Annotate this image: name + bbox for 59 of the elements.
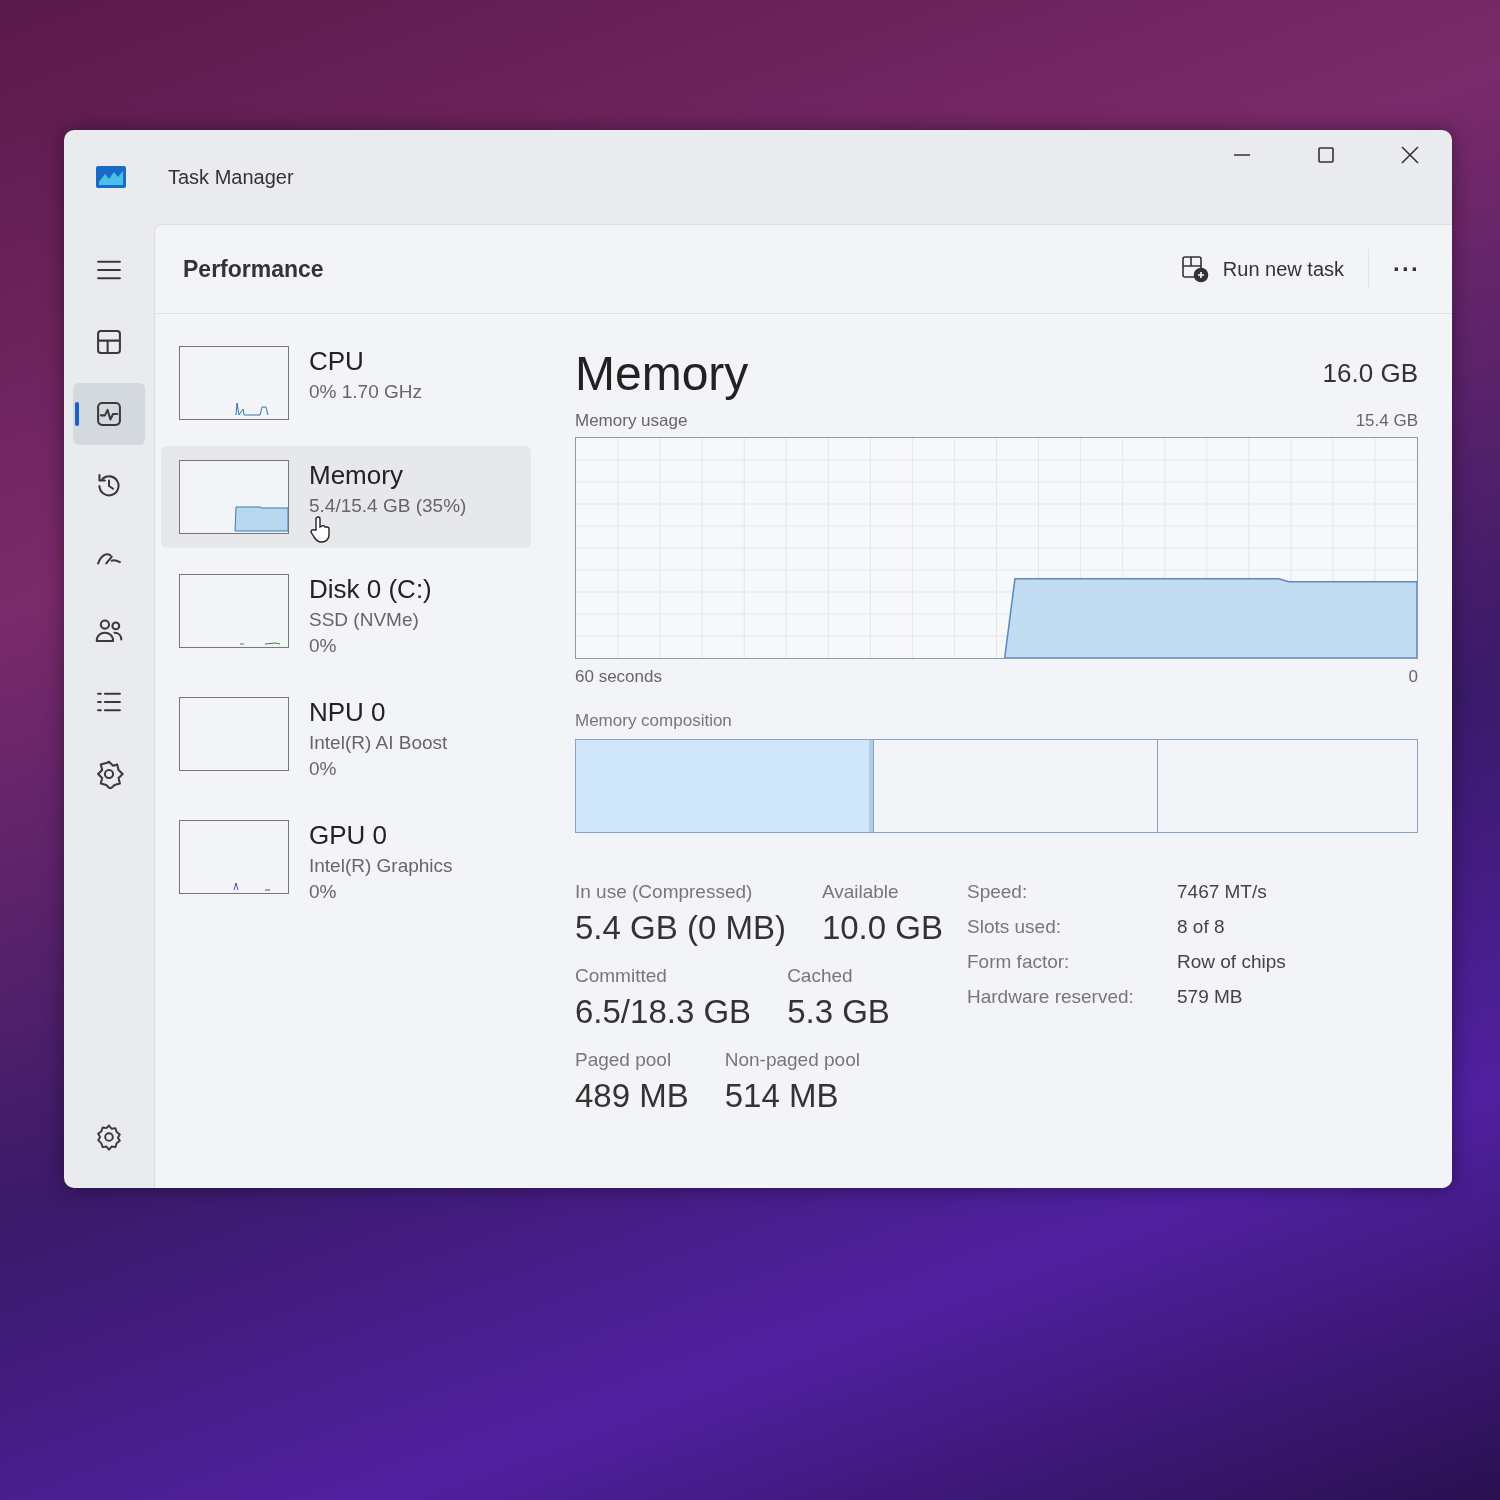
property-label: Speed: <box>967 881 1029 903</box>
device-name: Memory <box>309 460 404 491</box>
property-value: 8 of 8 <box>1177 916 1226 938</box>
chart-max-label: 15.4 GB <box>1355 411 1418 431</box>
device-detail: Intel(R) AI Boost <box>309 732 448 754</box>
device-detail: 0% <box>309 758 338 780</box>
property-label: Hardware reserved: <box>967 986 1135 1008</box>
device-detail: SSD (NVMe) <box>309 609 420 631</box>
minimize-icon <box>1234 154 1250 156</box>
time-axis-label: 60 seconds <box>575 667 662 687</box>
composition-label: Memory composition <box>575 711 733 731</box>
device-item[interactable]: Memory 5.4/15.4 GB (35%) <box>161 446 531 548</box>
stat-value: 489 MB <box>575 1077 689 1115</box>
app-icon <box>96 166 126 188</box>
device-item[interactable]: GPU 0 Intel(R) Graphics 0% <box>161 806 531 917</box>
close-icon <box>1400 145 1420 165</box>
maximize-icon <box>1317 146 1335 164</box>
device-item[interactable]: NPU 0 Intel(R) AI Boost 0% <box>161 683 531 794</box>
device-name: CPU <box>309 346 365 377</box>
hand-cursor-icon <box>309 516 331 544</box>
device-item[interactable]: Disk 0 (C:) SSD (NVMe) 0% <box>161 560 531 671</box>
total-memory: 16.0 GB <box>1322 358 1418 389</box>
stat-value: 5.3 GB <box>787 993 890 1031</box>
stat-value: 514 MB <box>724 1077 840 1115</box>
device-name: GPU 0 <box>309 820 389 851</box>
stat-value: 10.0 GB <box>821 909 943 947</box>
property-label: Slots used: <box>967 916 1062 938</box>
settings-icon <box>95 1123 123 1151</box>
stat-label: Committed <box>575 965 668 987</box>
stat-label: In use (Compressed) <box>575 881 754 903</box>
device-detail: 0% 1.70 GHz <box>309 381 422 403</box>
page-title: Performance <box>183 255 325 283</box>
stat-label: Paged pool <box>575 1049 673 1071</box>
run-new-task-button[interactable]: Run new task <box>1170 247 1354 291</box>
property-value: 7467 MT/s <box>1177 881 1268 903</box>
nav-item[interactable] <box>73 383 145 445</box>
stat-label: Available <box>821 881 900 903</box>
device-detail: Intel(R) Graphics <box>309 855 453 877</box>
stat-value: 5.4 GB (0 MB) <box>575 909 786 947</box>
device-name: Disk 0 (C:) <box>309 574 432 605</box>
stat-value: 6.5/18.3 GB <box>575 993 752 1031</box>
property-value: 579 MB <box>1177 986 1244 1008</box>
property-value: Row of chips <box>1177 951 1286 973</box>
property-label: Form factor: <box>967 951 1071 973</box>
device-detail: 0% <box>309 635 338 657</box>
new-task-icon <box>1180 255 1209 283</box>
device-item[interactable]: CPU 0% 1.70 GHz <box>161 332 531 434</box>
chart-label: Memory usage <box>575 411 688 431</box>
more-options-button[interactable]: ··· <box>1383 251 1430 287</box>
device-name: NPU 0 <box>309 697 387 728</box>
device-detail: 0% <box>309 881 338 903</box>
stat-label: Cached <box>787 965 854 987</box>
stat-label: Non-paged pool <box>724 1049 860 1071</box>
device-detail: 5.4/15.4 GB (35%) <box>309 495 467 517</box>
window-title: Task Manager <box>168 165 295 189</box>
memory-heading: Memory <box>575 346 749 401</box>
time-axis-label: 0 <box>1408 667 1418 687</box>
activity-icon <box>94 399 124 429</box>
grid-icon <box>94 327 124 357</box>
